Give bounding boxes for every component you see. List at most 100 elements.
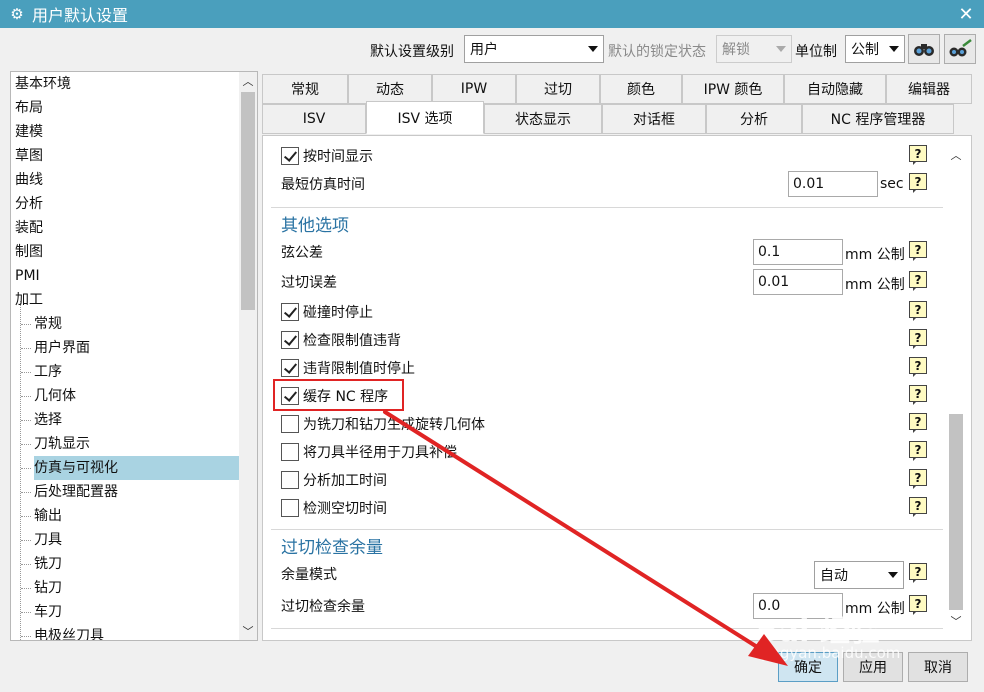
- unit-value: 公制: [851, 42, 879, 58]
- help-icon[interactable]: ?: [909, 357, 927, 377]
- level-select[interactable]: 用户: [464, 35, 604, 63]
- tree-item[interactable]: 电极丝刀具: [34, 624, 240, 640]
- tree-item[interactable]: 分析: [15, 192, 43, 216]
- tree-item-label: 加工: [15, 292, 43, 308]
- tree-item[interactable]: 输出: [34, 504, 240, 528]
- scroll-up-icon[interactable]: ︿: [239, 72, 257, 90]
- option-row[interactable]: 检测空切时间: [281, 496, 387, 520]
- help-icon[interactable]: ?: [909, 441, 927, 461]
- close-icon[interactable]: ✕: [948, 0, 984, 28]
- gouge-tol-input[interactable]: 0.01: [753, 269, 843, 295]
- scroll-down-icon[interactable]: ﹀: [239, 622, 257, 640]
- tree-item[interactable]: 仿真与可视化: [34, 456, 240, 480]
- show-by-time-label: 按时间显示: [303, 149, 373, 165]
- cancel-button[interactable]: 取消: [908, 652, 968, 682]
- show-by-time-checkbox[interactable]: [281, 147, 299, 165]
- tab-row2-2[interactable]: 状态显示: [484, 104, 602, 134]
- help-icon[interactable]: ?: [909, 385, 927, 405]
- tree-item[interactable]: 布局: [15, 96, 43, 120]
- option-row[interactable]: 检查限制值违背: [281, 328, 401, 352]
- chord-tol-input[interactable]: 0.1: [753, 239, 843, 265]
- help-icon[interactable]: ?: [909, 497, 927, 517]
- help-icon[interactable]: ?: [909, 301, 927, 321]
- tree-item[interactable]: 装配: [15, 216, 43, 240]
- tab-row1-3[interactable]: 过切: [516, 74, 600, 104]
- tab-row2-1[interactable]: ISV 选项: [366, 101, 484, 134]
- panel-scrollbar[interactable]: ︿ ﹀: [947, 140, 965, 636]
- option-checkbox[interactable]: [281, 415, 299, 433]
- help-icon[interactable]: ?: [909, 595, 927, 615]
- help-glyph: ?: [909, 329, 927, 346]
- tab-row1-4[interactable]: 颜色: [600, 74, 682, 104]
- tab-row1-0[interactable]: 常规: [262, 74, 348, 104]
- manage-defaults-button[interactable]: [944, 34, 976, 64]
- help-icon[interactable]: ?: [909, 145, 927, 165]
- tree-item[interactable]: 钻刀: [34, 576, 240, 600]
- tree-guide-tick: [21, 372, 31, 373]
- tree-item[interactable]: 车刀: [34, 600, 240, 624]
- show-by-time-row[interactable]: 按时间显示: [281, 144, 373, 168]
- watermark-url: jingyan.baidu.com: [762, 644, 901, 662]
- option-row[interactable]: 违背限制值时停止: [281, 356, 415, 380]
- help-icon[interactable]: ?: [909, 563, 927, 583]
- tab-row2-0[interactable]: ISV: [262, 104, 366, 134]
- tree-item[interactable]: 刀具: [34, 528, 240, 552]
- tree-item[interactable]: 制图: [15, 240, 43, 264]
- tab-row2-4[interactable]: 分析: [706, 104, 802, 134]
- option-checkbox[interactable]: [281, 471, 299, 489]
- stock-mode-select[interactable]: 自动: [814, 561, 904, 589]
- tab-row1-7[interactable]: 编辑器: [886, 74, 972, 104]
- tree-item[interactable]: 基本环境: [15, 72, 71, 96]
- option-checkbox[interactable]: [281, 499, 299, 517]
- scroll-up-icon[interactable]: ︿: [947, 146, 965, 164]
- tree-item[interactable]: 选择: [34, 408, 240, 432]
- tree-item-label: PMI: [15, 268, 40, 284]
- tree-item-label: 制图: [15, 244, 43, 260]
- find-setting-button[interactable]: [908, 34, 940, 64]
- section-divider: [271, 207, 943, 208]
- tree-item[interactable]: 后处理配置器: [34, 480, 240, 504]
- tree-guide-tick: [21, 588, 31, 589]
- option-checkbox[interactable]: [281, 303, 299, 321]
- tree-item-label: 刀具: [34, 532, 62, 548]
- tab-row2-3[interactable]: 对话框: [602, 104, 706, 134]
- tree-item[interactable]: 建模: [15, 120, 43, 144]
- tree-item[interactable]: 铣刀: [34, 552, 240, 576]
- option-row[interactable]: 分析加工时间: [281, 468, 387, 492]
- tab-row1-1[interactable]: 动态: [348, 74, 432, 104]
- tree-item[interactable]: 曲线: [15, 168, 43, 192]
- unit-select[interactable]: 公制: [845, 35, 905, 63]
- tree-item[interactable]: 草图: [15, 144, 43, 168]
- tree-item[interactable]: 用户界面: [34, 336, 240, 360]
- tree-scrollbar[interactable]: ︿ ﹀: [239, 72, 257, 640]
- min-sim-time-input[interactable]: 0.01: [788, 171, 878, 197]
- help-icon[interactable]: ?: [909, 413, 927, 433]
- option-row[interactable]: 将刀具半径用于刀具补偿: [281, 440, 457, 464]
- help-icon[interactable]: ?: [909, 241, 927, 261]
- help-tail: [913, 257, 917, 261]
- option-checkbox[interactable]: [281, 443, 299, 461]
- option-checkbox[interactable]: [281, 331, 299, 349]
- tree-item[interactable]: 刀轨显示: [34, 432, 240, 456]
- option-row[interactable]: 为铣刀和钻刀生成旋转几何体: [281, 412, 485, 436]
- help-icon[interactable]: ?: [909, 173, 927, 193]
- tab-row1-2[interactable]: IPW: [432, 74, 516, 104]
- tree-item[interactable]: 加工: [15, 288, 43, 312]
- option-checkbox[interactable]: [281, 359, 299, 377]
- tree-item[interactable]: 几何体: [34, 384, 240, 408]
- help-icon[interactable]: ?: [909, 469, 927, 489]
- tree-item-label: 用户界面: [34, 340, 90, 356]
- panel-scroll-thumb[interactable]: [949, 414, 963, 610]
- tree-item[interactable]: PMI: [15, 264, 40, 288]
- help-icon[interactable]: ?: [909, 271, 927, 291]
- tree-item-label: 工序: [34, 364, 62, 380]
- help-icon[interactable]: ?: [909, 329, 927, 349]
- scroll-down-icon[interactable]: ﹀: [947, 612, 965, 630]
- tab-row1-6[interactable]: 自动隐藏: [784, 74, 886, 104]
- tree-scroll-thumb[interactable]: [241, 92, 255, 310]
- tab-row2-5[interactable]: NC 程序管理器: [802, 104, 954, 134]
- option-row[interactable]: 碰撞时停止: [281, 300, 373, 324]
- tab-row1-5[interactable]: IPW 颜色: [682, 74, 784, 104]
- tree-item[interactable]: 工序: [34, 360, 240, 384]
- tree-item[interactable]: 常规: [34, 312, 240, 336]
